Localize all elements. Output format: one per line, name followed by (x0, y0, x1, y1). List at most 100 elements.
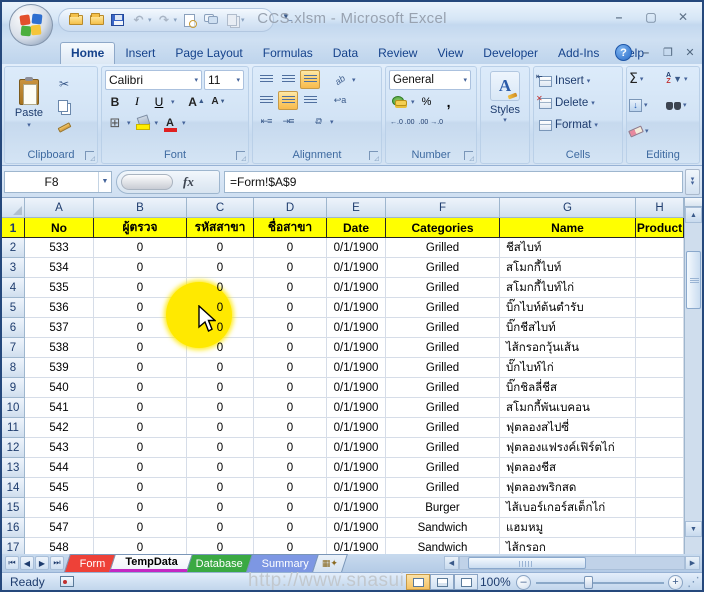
cell-e16[interactable]: 0/1/1900 (327, 518, 386, 538)
cell-h13[interactable] (636, 458, 684, 478)
column-header-h[interactable]: H (636, 198, 684, 218)
fill-color-button[interactable] (133, 113, 153, 132)
cell-f17[interactable]: Sandwich (386, 538, 500, 554)
cell-f14[interactable]: Grilled (386, 478, 500, 498)
cell-g6[interactable]: บิ๊กชีสไบท์ (500, 318, 636, 338)
horizontal-scroll-track[interactable] (459, 556, 685, 570)
zoom-in-button[interactable]: + (668, 575, 683, 590)
header-cell-e1[interactable]: Date (327, 218, 386, 238)
underline-button[interactable]: U (149, 92, 169, 111)
decrease-indent-button[interactable]: ⇤≡ (256, 112, 276, 131)
insert-function-button[interactable]: fx (116, 170, 220, 194)
row-header-15[interactable]: 15 (2, 498, 25, 518)
row-header-7[interactable]: 7 (2, 338, 25, 358)
cell-b12[interactable]: 0 (94, 438, 187, 458)
percent-style-button[interactable]: % (417, 92, 437, 111)
cut-button[interactable]: ✂ (54, 74, 74, 93)
cell-f7[interactable]: Grilled (386, 338, 500, 358)
cell-e17[interactable]: 0/1/1900 (327, 538, 386, 554)
close-button[interactable]: ✕ (672, 9, 694, 25)
cell-h17[interactable] (636, 538, 684, 554)
office-button[interactable] (9, 4, 53, 46)
cell-d5[interactable]: 0 (254, 298, 327, 318)
cell-g9[interactable]: บิ๊กชิลลี่ชีส (500, 378, 636, 398)
cell-f9[interactable]: Grilled (386, 378, 500, 398)
select-all-corner[interactable] (2, 198, 25, 218)
cell-g5[interactable]: บิ๊กไบท์ต้นตำรับ (500, 298, 636, 318)
cell-d4[interactable]: 0 (254, 278, 327, 298)
name-box[interactable]: F8 ▼ (4, 171, 112, 193)
cell-h6[interactable] (636, 318, 684, 338)
cell-h14[interactable] (636, 478, 684, 498)
cell-a13[interactable]: 544 (25, 458, 94, 478)
merge-center-dropdown-arrow[interactable]: ▾ (330, 118, 334, 126)
cell-f3[interactable]: Grilled (386, 258, 500, 278)
cell-d10[interactable]: 0 (254, 398, 327, 418)
cell-g15[interactable]: ไส้เบอร์เกอร์สเต็กไก่ (500, 498, 636, 518)
scroll-left-icon[interactable]: ◀ (444, 556, 459, 570)
cell-e6[interactable]: 0/1/1900 (327, 318, 386, 338)
cell-c12[interactable]: 0 (187, 438, 254, 458)
cell-d2[interactable]: 0 (254, 238, 327, 258)
row-header-5[interactable]: 5 (2, 298, 25, 318)
expand-formula-bar-button[interactable]: ▾▾ (685, 169, 700, 195)
cell-f4[interactable]: Grilled (386, 278, 500, 298)
first-sheet-icon[interactable]: ⏮ (5, 556, 19, 570)
cell-h9[interactable] (636, 378, 684, 398)
header-cell-a1[interactable]: No (25, 218, 94, 238)
top-align-button[interactable] (256, 70, 276, 89)
normal-view-button[interactable] (406, 574, 430, 590)
column-header-e[interactable]: E (327, 198, 386, 218)
cell-c2[interactable]: 0 (187, 238, 254, 258)
cell-b9[interactable]: 0 (94, 378, 187, 398)
header-cell-b1[interactable]: ผู้ตรวจ (94, 218, 187, 238)
cell-h3[interactable] (636, 258, 684, 278)
cell-a2[interactable]: 533 (25, 238, 94, 258)
cell-d16[interactable]: 0 (254, 518, 327, 538)
comma-style-button[interactable]: , (439, 92, 459, 111)
wrap-text-button[interactable]: ↩a (330, 91, 350, 110)
cell-e2[interactable]: 0/1/1900 (327, 238, 386, 258)
minimize-button[interactable]: – (608, 9, 630, 25)
formula-input[interactable]: =Form!$A$9 (224, 171, 683, 193)
macro-record-icon[interactable] (60, 576, 74, 587)
cell-e14[interactable]: 0/1/1900 (327, 478, 386, 498)
cell-g8[interactable]: บั๊กไบท์ไก่ (500, 358, 636, 378)
font-dialog-launcher-icon[interactable] (236, 151, 245, 160)
fill-color-dropdown-arrow[interactable]: ▾ (155, 119, 159, 127)
cell-g3[interactable]: สโมกกี้ไบท์ (500, 258, 636, 278)
styles-group[interactable]: A Styles ▾ (480, 66, 530, 164)
find-select-button[interactable]: ▾ (666, 95, 697, 115)
cell-g2[interactable]: ชีสไบท์ (500, 238, 636, 258)
format-cells-button[interactable]: Format▾ (537, 114, 619, 136)
copy-button[interactable] (54, 96, 74, 115)
cell-f11[interactable]: Grilled (386, 418, 500, 438)
cell-e4[interactable]: 0/1/1900 (327, 278, 386, 298)
align-right-button[interactable] (300, 91, 320, 110)
vertical-scroll-thumb[interactable] (686, 251, 701, 309)
header-cell-f1[interactable]: Categories (386, 218, 500, 238)
last-sheet-icon[interactable]: ⏭ (50, 556, 64, 570)
cell-g11[interactable]: ฟุตลองสไปซี่ (500, 418, 636, 438)
cell-c9[interactable]: 0 (187, 378, 254, 398)
cell-c17[interactable]: 0 (187, 538, 254, 554)
accounting-format-button[interactable] (389, 92, 409, 111)
cell-f12[interactable]: Grilled (386, 438, 500, 458)
cell-d7[interactable]: 0 (254, 338, 327, 358)
cell-e11[interactable]: 0/1/1900 (327, 418, 386, 438)
bottom-align-button[interactable] (300, 70, 320, 89)
orientation-button[interactable]: ab (330, 70, 350, 89)
sheet-tab-tempdata[interactable]: TempData (109, 554, 193, 572)
cell-c8[interactable]: 0 (187, 358, 254, 378)
window-close-icon[interactable]: ✕ (682, 46, 698, 59)
bold-button[interactable]: B (105, 92, 125, 111)
cell-e10[interactable]: 0/1/1900 (327, 398, 386, 418)
column-header-g[interactable]: G (500, 198, 636, 218)
column-header-f[interactable]: F (386, 198, 500, 218)
ribbon-tab-insert[interactable]: Insert (115, 43, 165, 64)
ribbon-tab-formulas[interactable]: Formulas (253, 43, 323, 64)
cell-f15[interactable]: Burger (386, 498, 500, 518)
header-cell-g1[interactable]: Name (500, 218, 636, 238)
column-header-a[interactable]: A (25, 198, 94, 218)
cell-a16[interactable]: 547 (25, 518, 94, 538)
